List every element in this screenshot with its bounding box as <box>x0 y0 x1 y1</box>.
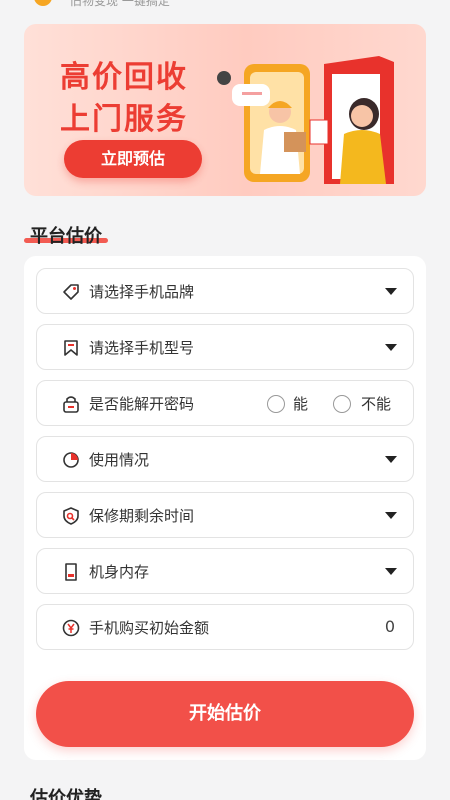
storage-label: 机身内存 <box>89 563 150 581</box>
estimate-now-button[interactable]: 立即预估 <box>64 140 202 178</box>
top-tip-text: 旧物变现 一键搞定 <box>70 0 170 8</box>
chevron-down-icon <box>385 344 397 351</box>
estimate-form-card: 请选择手机品牌 请选择手机型号 是否能解开密码 能 不能 使用情况 保修期剩余时… <box>24 256 426 760</box>
password-question-label: 是否能解开密码 <box>89 395 195 413</box>
password-no-label[interactable]: 不能 <box>361 393 391 414</box>
storage-select[interactable]: 机身内存 <box>36 548 414 594</box>
password-no-radio[interactable] <box>333 395 351 413</box>
warranty-label: 保修期剩余时间 <box>89 507 195 525</box>
purchase-amount-field[interactable]: 手机购买初始金额 0 <box>36 604 414 650</box>
pie-chart-icon <box>63 452 79 468</box>
coin-icon <box>34 0 52 6</box>
model-select-label: 请选择手机型号 <box>89 339 195 357</box>
yen-icon <box>62 619 80 637</box>
top-tip-strip: 旧物变现 一键搞定 <box>0 0 450 10</box>
brand-select-label: 请选择手机品牌 <box>89 283 195 301</box>
model-select[interactable]: 请选择手机型号 <box>36 324 414 370</box>
shield-icon <box>63 507 79 525</box>
advantages-section-title: 估价优势 <box>30 788 102 800</box>
lock-icon <box>63 396 79 413</box>
brand-select[interactable]: 请选择手机品牌 <box>36 268 414 314</box>
estimate-section-title: 平台估价 <box>30 226 102 247</box>
password-question-row: 是否能解开密码 能 不能 <box>36 380 414 426</box>
usage-condition-label: 使用情况 <box>89 451 150 469</box>
chevron-down-icon <box>385 512 397 519</box>
banner-title-line2: 上门服务 <box>60 102 188 137</box>
warranty-select[interactable]: 保修期剩余时间 <box>36 492 414 538</box>
banner-title-line1: 高价回收 <box>60 60 188 95</box>
recycle-banner[interactable]: 高价回收 上门服务 立即预估 <box>24 24 426 196</box>
sd-card-icon <box>65 563 77 581</box>
chevron-down-icon <box>385 456 397 463</box>
chevron-down-icon <box>385 568 397 575</box>
banner-illustration <box>217 56 394 184</box>
bookmark-icon <box>64 340 78 356</box>
purchase-amount-label: 手机购买初始金额 <box>89 619 210 637</box>
start-estimate-button[interactable]: 开始估价 <box>36 681 414 747</box>
usage-condition-select[interactable]: 使用情况 <box>36 436 414 482</box>
purchase-amount-value[interactable]: 0 <box>385 617 395 636</box>
password-yes-label[interactable]: 能 <box>293 393 308 414</box>
password-yes-radio[interactable] <box>267 395 285 413</box>
chevron-down-icon <box>385 288 397 295</box>
tag-icon <box>63 284 79 300</box>
